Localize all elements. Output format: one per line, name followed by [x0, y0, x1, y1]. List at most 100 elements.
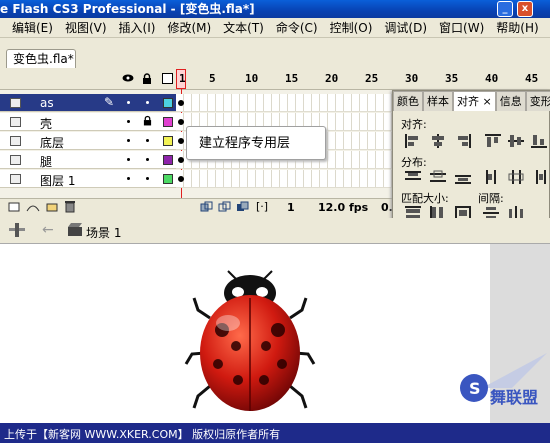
distribute-right-icon[interactable]: [531, 170, 547, 187]
frame-number: 20: [325, 72, 339, 85]
document-tab-bar: [0, 38, 550, 68]
frame-number: 45: [525, 72, 539, 85]
layer-row-layer1[interactable]: 图层 1: [0, 170, 176, 188]
window-title: e Flash CS3 Professional - [变色虫.fla*]: [0, 2, 255, 16]
close-tab-icon[interactable]: ×: [483, 95, 492, 108]
lock-icon[interactable]: [142, 73, 152, 87]
distribute-section-label: 分布:: [401, 156, 427, 169]
layer-row-shell[interactable]: 壳: [0, 113, 176, 131]
align-right-icon[interactable]: [455, 134, 471, 151]
keyframe[interactable]: [178, 119, 184, 125]
layer-icon: [10, 117, 21, 127]
layer-name: 图层 1: [40, 174, 76, 188]
eye-icon[interactable]: [122, 73, 134, 86]
close-button[interactable]: x: [517, 1, 533, 17]
visibility-dot[interactable]: [127, 139, 130, 142]
frame-number: 25: [365, 72, 379, 85]
menu-control[interactable]: 控制(O): [324, 19, 379, 36]
pencil-icon: ✎: [104, 95, 115, 109]
lock-dot[interactable]: [146, 177, 149, 180]
align-top-icon[interactable]: [485, 134, 501, 151]
window-title-bar: e Flash CS3 Professional - [变色虫.fla*]: [0, 0, 550, 18]
menu-insert[interactable]: 插入(I): [113, 19, 162, 36]
layer-color-swatch[interactable]: [163, 98, 173, 108]
frame-number: 30: [405, 72, 419, 85]
frames-row[interactable]: [176, 170, 396, 188]
align-left-icon[interactable]: [405, 134, 421, 151]
keyframe[interactable]: [178, 138, 184, 144]
distribute-left-icon[interactable]: [485, 170, 501, 187]
edit-multiple-frames-icon[interactable]: [236, 201, 250, 216]
layer-row-legs[interactable]: 腿: [0, 151, 176, 169]
add-guide-layer-icon[interactable]: [26, 201, 40, 216]
menu-text[interactable]: 文本(T): [217, 19, 270, 36]
layer-color-swatch[interactable]: [163, 174, 173, 184]
document-tab[interactable]: 变色虫.fla*: [6, 49, 76, 68]
delete-layer-icon[interactable]: [64, 200, 76, 216]
tab-transform[interactable]: 变形: [525, 91, 550, 111]
visibility-dot[interactable]: [127, 120, 130, 123]
lock-dot[interactable]: [146, 158, 149, 161]
menu-help[interactable]: 帮助(H): [490, 19, 544, 36]
timeline-toggle-icon[interactable]: [8, 222, 26, 241]
keyframe[interactable]: [178, 176, 184, 182]
minimize-button[interactable]: _: [497, 1, 513, 17]
watermark-text: 上传于【新客网 WWW.XKER.COM】 版权归原作者所有: [4, 428, 281, 441]
menu-commands[interactable]: 命令(C): [270, 19, 324, 36]
layer-color-swatch[interactable]: [163, 136, 173, 146]
layer-row-bottom[interactable]: 底层: [0, 132, 176, 150]
menu-bar: 编辑(E) 视图(V) 插入(I) 修改(M) 文本(T) 命令(C) 控制(O…: [0, 18, 550, 38]
tab-info[interactable]: 信息: [495, 91, 526, 111]
scene-icon: [67, 223, 83, 240]
visibility-dot[interactable]: [127, 177, 130, 180]
frame-number: 15: [285, 72, 299, 85]
match-size-section-label: 匹配大小:: [401, 192, 449, 205]
layer-name: 壳: [40, 117, 53, 131]
spacing-section-label: 间隔:: [478, 192, 504, 205]
visibility-dot[interactable]: [127, 101, 130, 104]
keyframe[interactable]: [178, 157, 184, 163]
lock-icon[interactable]: [143, 115, 152, 129]
onion-outline-icon[interactable]: [218, 201, 232, 216]
tab-color[interactable]: 颜色: [393, 91, 423, 111]
current-frame: 1: [287, 201, 295, 214]
tab-swatches[interactable]: 样本: [423, 91, 453, 111]
distribute-top-icon[interactable]: [405, 170, 421, 187]
frame-number: 1: [179, 72, 186, 85]
align-vertical-center-icon[interactable]: [508, 134, 524, 151]
distribute-vertical-center-icon[interactable]: [430, 170, 446, 187]
layer-row-as[interactable]: as ✎: [0, 94, 176, 112]
outline-icon[interactable]: [162, 73, 173, 87]
lock-dot[interactable]: [146, 101, 149, 104]
onion-skin-icon[interactable]: [200, 201, 214, 216]
align-horizontal-center-icon[interactable]: [430, 134, 446, 151]
distribute-bottom-icon[interactable]: [455, 170, 471, 187]
keyframe[interactable]: [178, 100, 184, 106]
menu-view[interactable]: 视图(V): [59, 19, 113, 36]
layer-name: 腿: [40, 155, 53, 169]
menu-debug[interactable]: 调试(D): [378, 19, 433, 36]
scene-name[interactable]: 场景 1: [86, 224, 121, 241]
tab-align[interactable]: 对齐 ×: [453, 91, 496, 111]
layer-color-swatch[interactable]: [163, 155, 173, 165]
layer-icon: [10, 98, 21, 108]
menu-edit[interactable]: 编辑(E): [6, 19, 59, 36]
lock-dot[interactable]: [146, 139, 149, 142]
add-layer-icon[interactable]: [8, 201, 20, 216]
ladybug-graphic[interactable]: [180, 268, 320, 418]
panel-tabs: 颜色 样本 对齐 × 信息 变形: [393, 91, 550, 111]
menu-window[interactable]: 窗口(W): [433, 19, 490, 36]
modify-markers-icon[interactable]: [·]: [256, 200, 268, 213]
align-bottom-icon[interactable]: [531, 134, 547, 151]
frame-number: 5: [209, 72, 216, 85]
back-arrow-icon[interactable]: ←: [42, 222, 54, 238]
tab-align-label: 对齐: [457, 95, 479, 108]
visibility-dot[interactable]: [127, 158, 130, 161]
layer-color-swatch[interactable]: [163, 117, 173, 127]
layer-name: as: [40, 96, 54, 110]
menu-modify[interactable]: 修改(M): [161, 19, 217, 36]
distribute-horizontal-center-icon[interactable]: [508, 170, 524, 187]
frames-row[interactable]: [176, 94, 396, 112]
add-folder-icon[interactable]: [46, 201, 58, 216]
layer-tooltip: 建立程序专用层: [186, 126, 326, 160]
